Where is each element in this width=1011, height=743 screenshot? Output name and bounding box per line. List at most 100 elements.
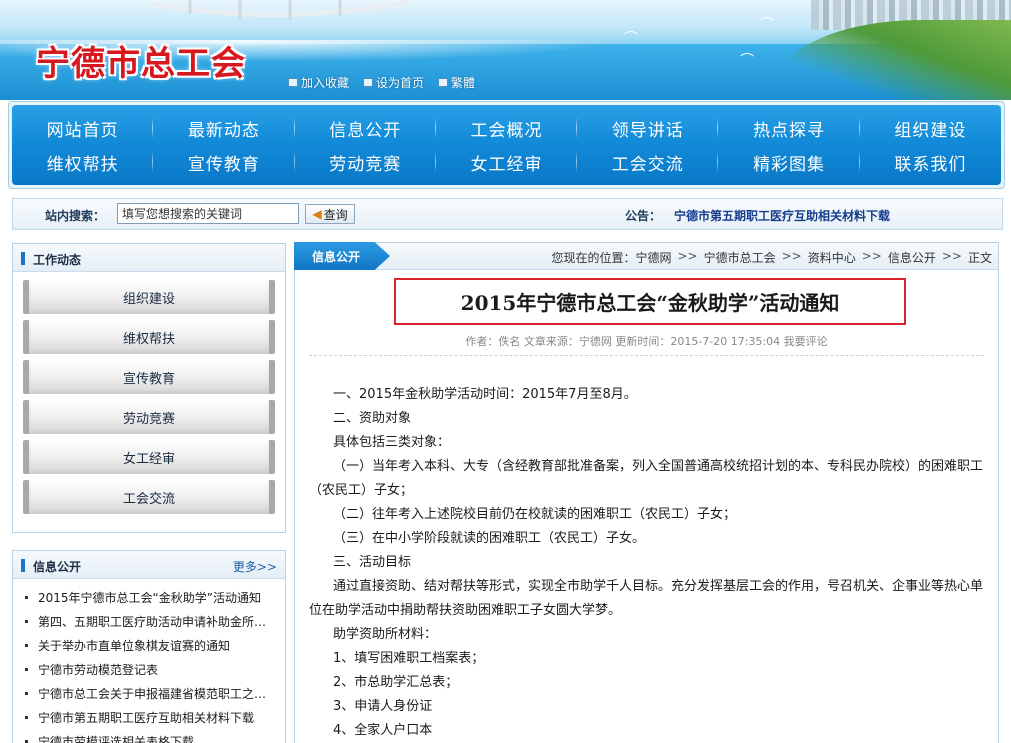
search-button-label: 查询 (323, 207, 348, 222)
info-disclosure-title: 信息公开 (33, 560, 82, 574)
article-paragraph: 二、资助对象 (333, 411, 412, 426)
work-updates-list: 组织建设 维权帮扶 宣传教育 劳动竞赛 女工经审 工会交流 (13, 272, 285, 514)
search-arrow-icon: ◀ (312, 207, 322, 221)
list-item-text: 宁德市总工会关于申报福建省模范职工之家… (38, 686, 277, 701)
list-item-text: 宁德市劳动模范登记表 (38, 662, 159, 677)
bullet-icon (25, 595, 28, 599)
bullet-icon (25, 619, 28, 623)
article-header: 信息公开 您现在的位置： 宁德网 >> 宁德市总工会 >> 资料中心 >> 信息… (294, 242, 998, 270)
breadcrumb: 您现在的位置： 宁德网 >> 宁德市总工会 >> 资料中心 >> 信息公开 >>… (551, 249, 992, 266)
list-item-text: 2015年宁德市总工会“金秋助学”活动通知 (38, 590, 261, 605)
header-marker (21, 559, 25, 572)
nav-item-latest-news[interactable]: 最新动态 (153, 111, 295, 145)
article-title-highlight: 2015年宁德市总工会“金秋助学”活动通知 (394, 278, 906, 325)
article-title: 2015年宁德市总工会“金秋助学”活动通知 (460, 291, 840, 315)
article-paragraph: 具体包括三类对象： (333, 435, 451, 450)
top-links: 加入收藏 设为首页 繁體 (288, 74, 475, 91)
notice-label: 公告： (625, 209, 662, 223)
article-paragraph: 助学资助所材料： (333, 627, 438, 642)
work-item-labor-competition[interactable]: 劳动竞赛 (23, 400, 275, 434)
bullet-icon (25, 739, 28, 743)
breadcrumb-item[interactable]: 资料中心 (808, 249, 856, 266)
list-item-text: 关于举办市直单位象棋友谊赛的通知 (38, 638, 231, 653)
breadcrumb-separator: >> (677, 249, 698, 263)
bullet-icon (25, 667, 28, 671)
list-item[interactable]: 2015年宁德市总工会“金秋助学”活动通知 (21, 585, 277, 609)
list-item[interactable]: 宁德市劳动模范登记表 (21, 657, 277, 681)
work-item-publicity-education[interactable]: 宣传教育 (23, 360, 275, 394)
nav-item-leader-speeches[interactable]: 领导讲话 (577, 111, 719, 145)
article-paragraph: （二）往年考入上述院校目前仍在校就读的困难职工（农民工）子女； (333, 507, 737, 522)
seagull-icon: ⌒ (760, 17, 774, 33)
bullet-icon (25, 643, 28, 647)
home-icon (363, 78, 374, 87)
search-button[interactable]: ◀ 查询 (305, 204, 355, 224)
article-paragraph: 2、市总助学汇总表； (333, 675, 459, 690)
search-label: 站内搜索： (45, 209, 106, 223)
traditional-chinese-label: 繁體 (451, 76, 476, 90)
breadcrumb-item[interactable]: 宁德网 (635, 249, 671, 266)
text-icon (438, 78, 449, 87)
list-item-text: 第四、五期职工医疗助活动申请补助金所… (38, 614, 267, 629)
nav-item-labor-competition[interactable]: 劳动竞赛 (295, 145, 437, 179)
list-item[interactable]: 宁德市第五期职工医疗互助相关材料下载 (21, 705, 277, 729)
list-item[interactable]: 宁德市总工会关于申报福建省模范职工之家… (21, 681, 277, 705)
traditional-chinese-link[interactable]: 繁體 (438, 74, 475, 91)
add-favorite-label: 加入收藏 (301, 76, 350, 90)
breadcrumb-separator: >> (941, 249, 962, 263)
site-banner: ⌒ ⌒ ⌒ 宁德市总工会 加入收藏 设为首页 繁體 (0, 0, 1011, 100)
bookmark-icon (288, 78, 298, 87)
work-item-women-audit[interactable]: 女工经审 (23, 440, 275, 474)
nav-item-union-exchange[interactable]: 工会交流 (577, 145, 719, 179)
search-bar: 站内搜索： ◀ 查询 公告： 宁德市第五期职工医疗互助相关材料下载 (12, 198, 1003, 230)
banner-coast (781, 20, 1011, 100)
work-item-union-exchange[interactable]: 工会交流 (23, 480, 275, 514)
article-paragraph: 三、活动目标 (333, 555, 412, 570)
article-paragraph: 一、2015年金秋助学活动时间：2015年7月至8月。 (333, 387, 637, 402)
article-paragraph: 1、填写困难职工档案表； (333, 651, 485, 666)
more-link[interactable]: 更多>> (233, 558, 277, 575)
seagull-icon: ⌒ (624, 31, 638, 47)
list-item[interactable]: 关于举办市直单位象棋友谊赛的通知 (21, 633, 277, 657)
article-divider (309, 355, 984, 356)
nav-item-organization[interactable]: 组织建设 (860, 111, 1001, 145)
breadcrumb-item[interactable]: 信息公开 (888, 249, 936, 266)
nav-item-home[interactable]: 网站首页 (12, 111, 154, 145)
nav-item-info-disclosure[interactable]: 信息公开 (295, 111, 437, 145)
add-favorite-link[interactable]: 加入收藏 (288, 74, 349, 91)
nav-item-publicity-education[interactable]: 宣传教育 (153, 145, 295, 179)
bullet-icon (25, 715, 28, 719)
set-homepage-label: 设为首页 (376, 76, 425, 90)
article-paragraph: 3、申请人身份证 (333, 699, 433, 714)
list-item[interactable]: 宁德市劳模评选相关表格下载 (21, 729, 277, 743)
breadcrumb-item[interactable]: 宁德市总工会 (704, 249, 776, 266)
nav-item-hot-topics[interactable]: 热点探寻 (718, 111, 860, 145)
breadcrumb-separator: >> (861, 249, 882, 263)
nav-item-women-audit[interactable]: 女工经审 (436, 145, 578, 179)
list-item-text: 宁德市劳模评选相关表格下载 (38, 734, 195, 743)
article-body: 一、2015年金秋助学活动时间：2015年7月至8月。 二、资助对象 具体包括三… (309, 383, 993, 743)
site-logo[interactable]: 宁德市总工会 (36, 36, 246, 85)
main-nav-frame: 网站首页 最新动态 信息公开 工会概况 领导讲话 热点探寻 组织建设 维权帮扶 … (8, 101, 1005, 189)
search-input[interactable] (117, 203, 299, 224)
bridge-graphic (150, 0, 410, 20)
nav-item-union-overview[interactable]: 工会概况 (436, 111, 578, 145)
article-panel: 信息公开 您现在的位置： 宁德网 >> 宁德市总工会 >> 资料中心 >> 信息… (294, 242, 999, 743)
nav-item-contact-us[interactable]: 联系我们 (860, 145, 1001, 179)
work-updates-panel: 工作动态 组织建设 维权帮扶 宣传教育 劳动竞赛 女工经审 工会交流 (12, 243, 286, 533)
work-updates-header: 工作动态 (13, 244, 285, 272)
tab-info-disclosure[interactable]: 信息公开 (294, 242, 390, 270)
info-disclosure-list: 2015年宁德市总工会“金秋助学”活动通知 第四、五期职工医疗助活动申请补助金所… (13, 579, 285, 743)
list-item[interactable]: 第四、五期职工医疗助活动申请补助金所… (21, 609, 277, 633)
article-paragraph: 4、全家人户口本 (333, 723, 433, 738)
nav-item-gallery[interactable]: 精彩图集 (718, 145, 860, 179)
work-item-rights-assistance[interactable]: 维权帮扶 (23, 320, 275, 354)
seagull-icon: ⌒ (740, 53, 754, 69)
set-homepage-link[interactable]: 设为首页 (363, 74, 424, 91)
list-item-text: 宁德市第五期职工医疗互助相关材料下载 (38, 710, 255, 725)
nav-item-rights-assistance[interactable]: 维权帮扶 (12, 145, 154, 179)
notice-link[interactable]: 宁德市第五期职工医疗互助相关材料下载 (674, 207, 890, 224)
work-item-organization[interactable]: 组织建设 (23, 280, 275, 314)
article-paragraph: 通过直接资助、结对帮扶等形式，实现全市助学千人目标。充分发挥基层工会的作用，号召… (309, 579, 984, 618)
bullet-icon (25, 691, 28, 695)
